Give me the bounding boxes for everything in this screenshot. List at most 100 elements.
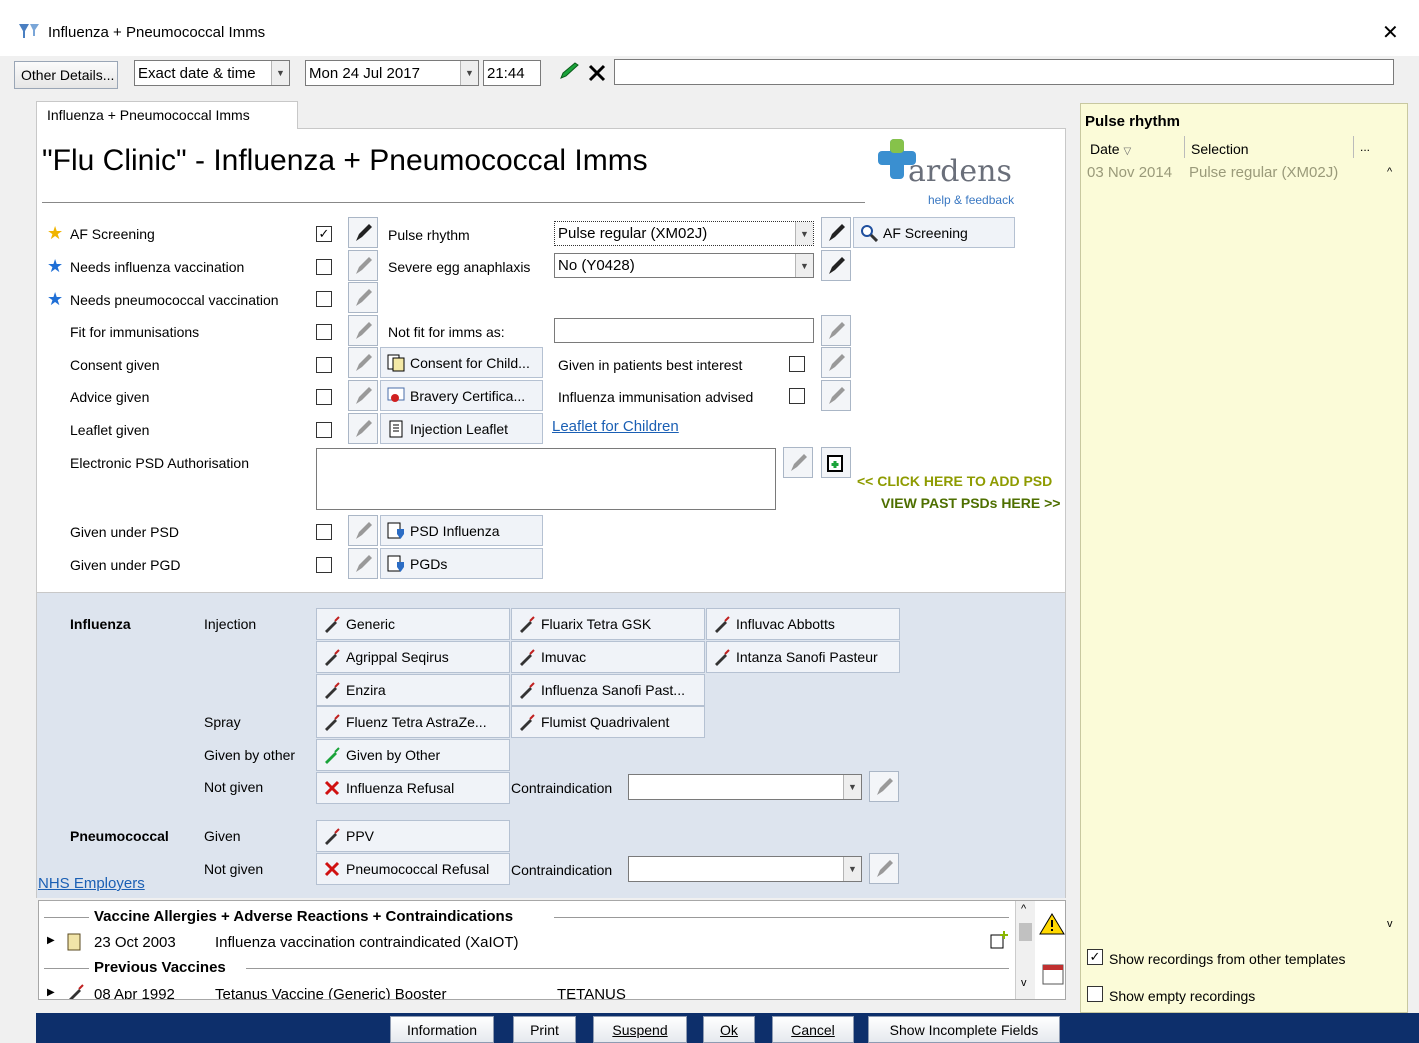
pneumo-contraindication-select[interactable]: ▼	[628, 856, 862, 882]
other-details-button[interactable]: Other Details...	[14, 61, 118, 89]
chevron-down-icon[interactable]: ▼	[795, 222, 813, 245]
click-add-psd-link[interactable]: << CLICK HERE TO ADD PSD	[857, 473, 1052, 489]
chevron-down-icon[interactable]: v	[1387, 918, 1393, 930]
flu-contraindication-select[interactable]: ▼	[628, 774, 862, 800]
chevron-down-icon[interactable]: ▼	[271, 61, 289, 85]
tab-influenza-pneumococcal[interactable]: Influenza + Pneumococcal Imms	[36, 101, 298, 129]
leaflet-for-children-link[interactable]: Leaflet for Children	[552, 418, 679, 435]
checkbox-under-psd[interactable]	[316, 524, 332, 540]
checkbox-show-other-templates[interactable]: ✓	[1087, 949, 1103, 965]
given-by-other-button[interactable]: Given by Other	[316, 739, 510, 771]
calendar-icon[interactable]	[1041, 962, 1065, 986]
pen-button[interactable]	[783, 447, 813, 478]
expand-icon[interactable]: ▶	[47, 987, 55, 998]
checkbox-consent[interactable]	[316, 357, 332, 373]
warning-icon[interactable]	[1039, 912, 1065, 936]
consent-for-child-button[interactable]: Consent for Child...	[380, 347, 543, 378]
checkbox-fit[interactable]	[316, 324, 332, 340]
pen-button[interactable]	[348, 315, 378, 346]
checkbox-flu-advised[interactable]	[789, 388, 805, 404]
vaccine-fluenz-button[interactable]: Fluenz Tetra AstraZe...	[316, 706, 510, 738]
pneumococcal-refusal-button[interactable]: Pneumococcal Refusal	[316, 853, 510, 885]
checkbox-best-interest[interactable]	[789, 356, 805, 372]
right-panel-scrollbar[interactable]: ^ v	[1381, 164, 1405, 934]
pen-button[interactable]	[348, 548, 378, 579]
pen-button[interactable]	[348, 250, 378, 281]
expand-icon[interactable]: ▶	[47, 935, 55, 946]
column-header-selection[interactable]: Selection	[1186, 136, 1354, 158]
checkbox-needs-flu[interactable]	[316, 259, 332, 275]
vaccine-flumist-button[interactable]: Flumist Quadrivalent	[511, 706, 705, 738]
pen-button[interactable]	[821, 380, 851, 411]
free-text-input[interactable]	[614, 59, 1394, 85]
chevron-down-icon[interactable]: v	[1021, 977, 1027, 989]
date-input[interactable]: Mon 24 Jul 2017 ▼	[305, 60, 479, 86]
vaccine-enzira-button[interactable]: Enzira	[316, 674, 510, 706]
checkbox-leaflet[interactable]	[316, 422, 332, 438]
column-header-date[interactable]: Date ▽	[1085, 136, 1185, 158]
add-note-icon[interactable]	[989, 930, 1009, 950]
suspend-button[interactable]: Suspend	[593, 1016, 687, 1043]
chevron-down-icon[interactable]: ▼	[843, 857, 861, 881]
date-mode-select[interactable]: Exact date & time ▼	[134, 60, 290, 86]
checkbox-show-empty[interactable]	[1087, 986, 1103, 1002]
chevron-up-icon[interactable]: ^	[1387, 166, 1392, 178]
not-fit-input[interactable]	[554, 318, 814, 343]
vaccine-intanza-button[interactable]: Intanza Sanofi Pasteur	[706, 641, 900, 673]
checkbox-af-screening[interactable]: ✓	[316, 226, 332, 242]
pen-button[interactable]	[821, 250, 851, 281]
chevron-down-icon[interactable]: ▼	[460, 61, 478, 85]
pen-button[interactable]	[348, 413, 378, 444]
add-psd-button[interactable]	[821, 447, 851, 478]
psd-authorisation-textarea[interactable]	[316, 448, 776, 510]
close-icon[interactable]: ✕	[1382, 20, 1399, 45]
vaccine-imuvac-button[interactable]: Imuvac	[511, 641, 705, 673]
pgds-button[interactable]: PGDs	[380, 548, 543, 579]
chevron-down-icon[interactable]: ▼	[843, 775, 861, 799]
bravery-certificate-button[interactable]: Bravery Certifica...	[380, 380, 543, 411]
egg-anaphylaxis-select[interactable]: No (Y0428) ▼	[554, 253, 814, 278]
cancel-button[interactable]: Cancel	[772, 1016, 854, 1043]
ardens-logo-text[interactable]: ardens	[908, 154, 1012, 189]
chevron-up-icon[interactable]: ^	[1021, 903, 1026, 915]
history-scrollbar[interactable]: ^ v	[1015, 901, 1035, 999]
vaccine-ppv-button[interactable]: PPV	[316, 820, 510, 852]
clear-x-icon[interactable]	[586, 62, 608, 84]
green-pen-icon[interactable]	[558, 62, 580, 82]
column-options-button[interactable]: ...	[1355, 136, 1379, 158]
checkbox-advice[interactable]	[316, 389, 332, 405]
information-button[interactable]: Information	[390, 1016, 494, 1043]
help-feedback-link[interactable]: help & feedback	[928, 193, 1014, 207]
influenza-refusal-button[interactable]: Influenza Refusal	[316, 772, 510, 804]
print-button[interactable]: Print	[513, 1016, 576, 1043]
pen-button[interactable]	[348, 282, 378, 313]
chevron-down-icon[interactable]: ▼	[795, 254, 813, 277]
pneumococcal-heading: Pneumococcal	[70, 828, 169, 844]
af-screening-button[interactable]: AF Screening	[853, 217, 1015, 248]
pen-button[interactable]	[348, 380, 378, 411]
pen-button[interactable]	[821, 315, 851, 346]
checkbox-needs-pneumo[interactable]	[316, 291, 332, 307]
pulse-rhythm-select[interactable]: Pulse regular (XM02J) ▼	[554, 221, 814, 246]
pen-button[interactable]	[348, 217, 378, 248]
pen-button[interactable]	[869, 771, 899, 802]
nhs-employers-link[interactable]: NHS Employers	[38, 875, 145, 892]
view-past-psd-link[interactable]: VIEW PAST PSDs HERE >>	[881, 495, 1060, 511]
vaccine-generic-button[interactable]: Generic	[316, 608, 510, 640]
vaccine-agrippal-button[interactable]: Agrippal Seqirus	[316, 641, 510, 673]
ok-button[interactable]: Ok	[703, 1016, 755, 1043]
scroll-thumb[interactable]	[1019, 923, 1032, 941]
pen-button[interactable]	[821, 217, 851, 248]
pen-button[interactable]	[348, 347, 378, 378]
pen-button[interactable]	[869, 853, 899, 884]
vaccine-sanofi-button[interactable]: Influenza Sanofi Past...	[511, 674, 705, 706]
pen-button[interactable]	[348, 515, 378, 546]
psd-influenza-button[interactable]: PSD Influenza	[380, 515, 543, 546]
checkbox-under-pgd[interactable]	[316, 557, 332, 573]
show-incomplete-fields-button[interactable]: Show Incomplete Fields	[868, 1016, 1060, 1043]
pen-button[interactable]	[821, 347, 851, 378]
vaccine-fluarix-button[interactable]: Fluarix Tetra GSK	[511, 608, 705, 640]
time-input[interactable]: 21:44	[483, 60, 541, 86]
injection-leaflet-button[interactable]: Injection Leaflet	[380, 413, 543, 444]
vaccine-influvac-button[interactable]: Influvac Abbotts	[706, 608, 900, 640]
